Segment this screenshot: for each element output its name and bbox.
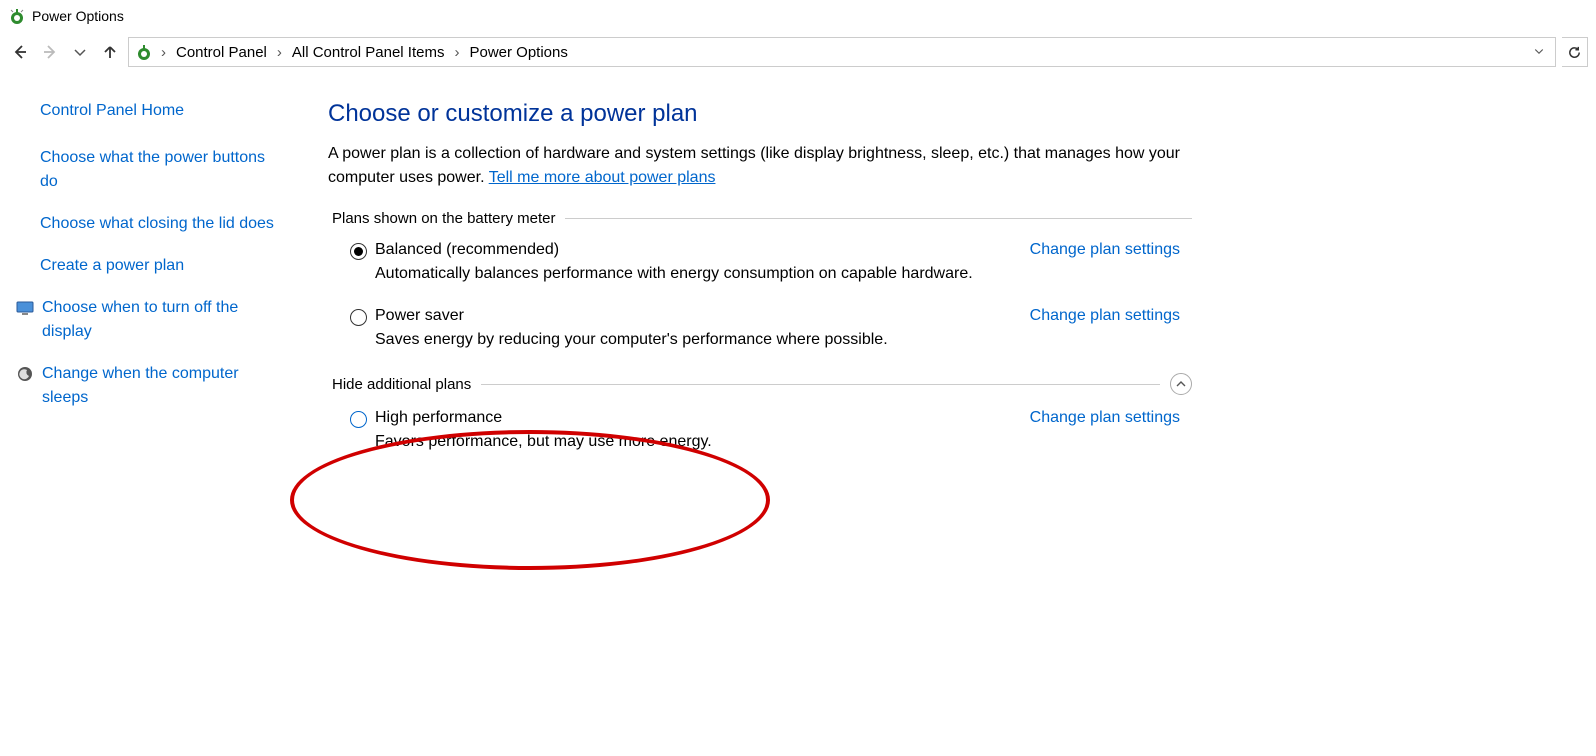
sidebar-link-create[interactable]: Create a power plan [40,254,276,278]
plan-title[interactable]: Power saver [375,307,1010,325]
main-content: Choose or customize a power plan A power… [300,92,1596,475]
back-button[interactable] [8,40,32,64]
display-icon [16,299,34,317]
plan-radio-balanced[interactable] [350,243,367,260]
section-label: Plans shown on the battery meter [332,210,555,227]
chevron-right-icon[interactable]: › [273,44,286,61]
sleep-icon [16,365,34,383]
breadcrumb-item[interactable]: Control Panel [174,44,269,61]
plan-radio-high[interactable] [350,411,367,428]
plan-balanced: Balanced (recommended) Automatically bal… [350,241,1180,283]
section-hide-additional[interactable]: Hide additional plans [332,373,1192,395]
divider [481,384,1160,385]
breadcrumb-item[interactable]: All Control Panel Items [290,44,447,61]
address-dropdown[interactable] [1529,44,1549,61]
learn-more-link[interactable]: Tell me more about power plans [489,169,716,186]
plan-title[interactable]: Balanced (recommended) [375,241,1010,259]
page-description: A power plan is a collection of hardware… [328,142,1188,190]
sidebar: Control Panel Home Choose what the power… [0,92,300,475]
plan-radio-saver[interactable] [350,309,367,326]
nav-toolbar: › Control Panel › All Control Panel Item… [0,32,1596,72]
sidebar-link-display[interactable]: Choose when to turn off the display [42,296,276,344]
change-settings-link[interactable]: Change plan settings [1030,409,1180,427]
forward-button[interactable] [38,40,62,64]
power-options-icon [135,43,153,61]
plan-power-saver: Power saver Saves energy by reducing you… [350,307,1180,349]
sidebar-link-lid[interactable]: Choose what closing the lid does [40,212,276,236]
desc-text: A power plan is a collection of hardware… [328,145,1180,186]
section-battery-plans: Plans shown on the battery meter [332,210,1192,227]
plan-desc: Saves energy by reducing your computer's… [375,331,1010,349]
chevron-right-icon[interactable]: › [157,44,170,61]
divider [565,218,1192,219]
collapse-button[interactable] [1170,373,1192,395]
section-label: Hide additional plans [332,376,471,393]
sidebar-link-buttons[interactable]: Choose what the power buttons do [40,146,276,194]
plan-desc: Favors performance, but may use more ene… [375,433,1010,451]
refresh-button[interactable] [1562,37,1588,67]
sidebar-home[interactable]: Control Panel Home [40,102,276,120]
plan-title[interactable]: High performance [375,409,1010,427]
chevron-right-icon[interactable]: › [450,44,463,61]
window-titlebar: Power Options [0,0,1596,32]
change-settings-link[interactable]: Change plan settings [1030,241,1180,259]
window-title: Power Options [32,8,124,24]
plan-high-performance: High performance Favors performance, but… [350,409,1180,451]
power-options-icon [8,7,26,25]
change-settings-link[interactable]: Change plan settings [1030,307,1180,325]
address-bar[interactable]: › Control Panel › All Control Panel Item… [128,37,1556,67]
annotation-ellipse [290,430,770,570]
sidebar-link-sleep[interactable]: Change when the computer sleeps [42,362,276,410]
breadcrumb-item[interactable]: Power Options [467,44,569,61]
plan-desc: Automatically balances performance with … [375,265,1010,283]
page-heading: Choose or customize a power plan [328,100,1556,128]
recent-dropdown[interactable] [68,40,92,64]
up-button[interactable] [98,40,122,64]
